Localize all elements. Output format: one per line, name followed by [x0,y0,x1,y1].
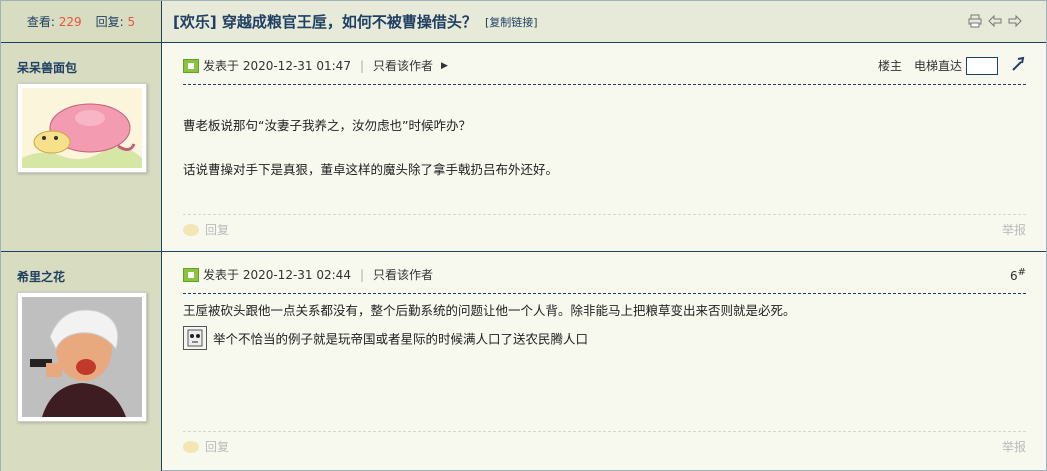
floor-suffix: # [1017,266,1026,278]
header-tools [968,14,1022,28]
print-icon[interactable] [968,14,982,28]
thread-stats: 查看: 229 回复: 5 [1,1,162,42]
post-icon [183,267,199,282]
replies-label: 回复: [95,15,124,29]
report-button[interactable]: 举报 [1002,438,1026,455]
next-thread-icon[interactable] [1008,14,1022,28]
floor-controls: 6# [1010,267,1026,283]
floor-number[interactable]: 6# [1010,267,1026,283]
floor-label: 楼主 [877,59,902,73]
post-paragraph-with-emoticon: 举个不恰当的例子就是玩帝国或者星际的时候满人口了送农民腾人口 [183,326,1026,352]
thread-frame: 查看: 229 回复: 5 [欢乐] 穿越成粮官王垕，如何不被曹操借头？ [复制… [0,0,1047,471]
post: 呆呆兽面包 发表于 2020-12-31 01:47 | 只看该作者 ▶ 楼主 … [1,43,1046,252]
only-author-link[interactable]: 只看该作者 [373,266,433,283]
post-date: 发表于 2020-12-31 01:47 [203,59,351,73]
triangle-right-icon[interactable]: ▶ [441,61,448,71]
replies-stat: 回复: 5 [96,13,136,30]
post-content: 曹老板说那句“汝妻子我养之，汝勿虑也”时候咋办？ 话说曹操对手下是真狠，董卓这样… [183,115,1026,181]
author-name[interactable]: 呆呆兽面包 [17,59,77,76]
views-label: 查看: [26,15,55,29]
copy-link[interactable]: [复制链接] [485,14,538,30]
author-name[interactable]: 希里之花 [17,268,65,285]
post-paragraph: 话说曹操对手下是真狠，董卓这样的魔头除了拿手戟扔吕布外还好。 [183,162,559,177]
post-footer: 回复 举报 [183,214,1026,244]
meta-divider: | [359,267,364,282]
post-date: 发表于 2020-12-31 02:44 [203,268,351,282]
reply-button[interactable]: 回复 [205,438,229,455]
reply-button[interactable]: 回复 [205,221,229,238]
post-footer: 回复 举报 [183,431,1026,461]
avatar-image [22,297,142,417]
views-stat: 查看: 229 [27,13,82,30]
author-sidebar: 呆呆兽面包 [1,43,162,251]
post-main: 发表于 2020-12-31 02:44 | 只看该作者 6# 王垕被砍头跟他一… [183,252,1026,471]
floor-input[interactable] [966,56,998,75]
emoticon-icon [183,326,207,350]
reply-icon [183,440,199,453]
post-paragraph: 王垕被砍头跟他一点关系都没有，整个后勤系统的问题让他一个人背。除非能马上把粮草变… [183,303,796,318]
floor-controls: 楼主 电梯直达 [878,56,1026,75]
post-main: 发表于 2020-12-31 01:47 | 只看该作者 ▶ 楼主 电梯直达 曹… [183,43,1026,251]
reply-icon [183,223,199,236]
views-count: 229 [58,15,82,29]
post-meta: 发表于 2020-12-31 01:47 | 只看该作者 ▶ 楼主 电梯直达 [183,55,1026,85]
post-paragraph: 曹老板说那句“汝妻子我养之，汝勿虑也”时候咋办？ [183,118,471,133]
meta-divider: | [359,58,364,73]
post-content: 王垕被砍头跟他一点关系都没有，整个后勤系统的问题让他一个人背。除非能马上把粮草变… [183,300,1026,352]
avatar-image [22,88,142,168]
post: 希里之花 发表于 2020-12-31 02:44 | 只看该作者 6# 王垕被… [1,252,1046,471]
author-sidebar: 希里之花 [1,252,162,471]
thread-title: [欢乐] 穿越成粮官王垕，如何不被曹操借头？ [173,13,477,31]
title-area: [欢乐] 穿越成粮官王垕，如何不被曹操借头？ [复制链接] [173,1,538,42]
report-button[interactable]: 举报 [1002,221,1026,238]
avatar[interactable] [17,83,147,173]
post-meta: 发表于 2020-12-31 02:44 | 只看该作者 6# [183,264,1026,294]
elevator-go-icon[interactable] [1010,56,1026,75]
post-icon [183,58,199,73]
post-text: 举个不恰当的例子就是玩帝国或者星际的时候满人口了送农民腾人口 [213,331,589,347]
elevator-label: 电梯直达 [913,59,962,73]
prev-thread-icon[interactable] [988,14,1002,28]
floor-number-value: 6 [1009,268,1018,283]
only-author-link[interactable]: 只看该作者 [373,57,433,74]
replies-count: 5 [127,15,136,29]
thread-header: 查看: 229 回复: 5 [欢乐] 穿越成粮官王垕，如何不被曹操借头？ [复制… [1,1,1046,43]
avatar[interactable] [17,292,147,422]
